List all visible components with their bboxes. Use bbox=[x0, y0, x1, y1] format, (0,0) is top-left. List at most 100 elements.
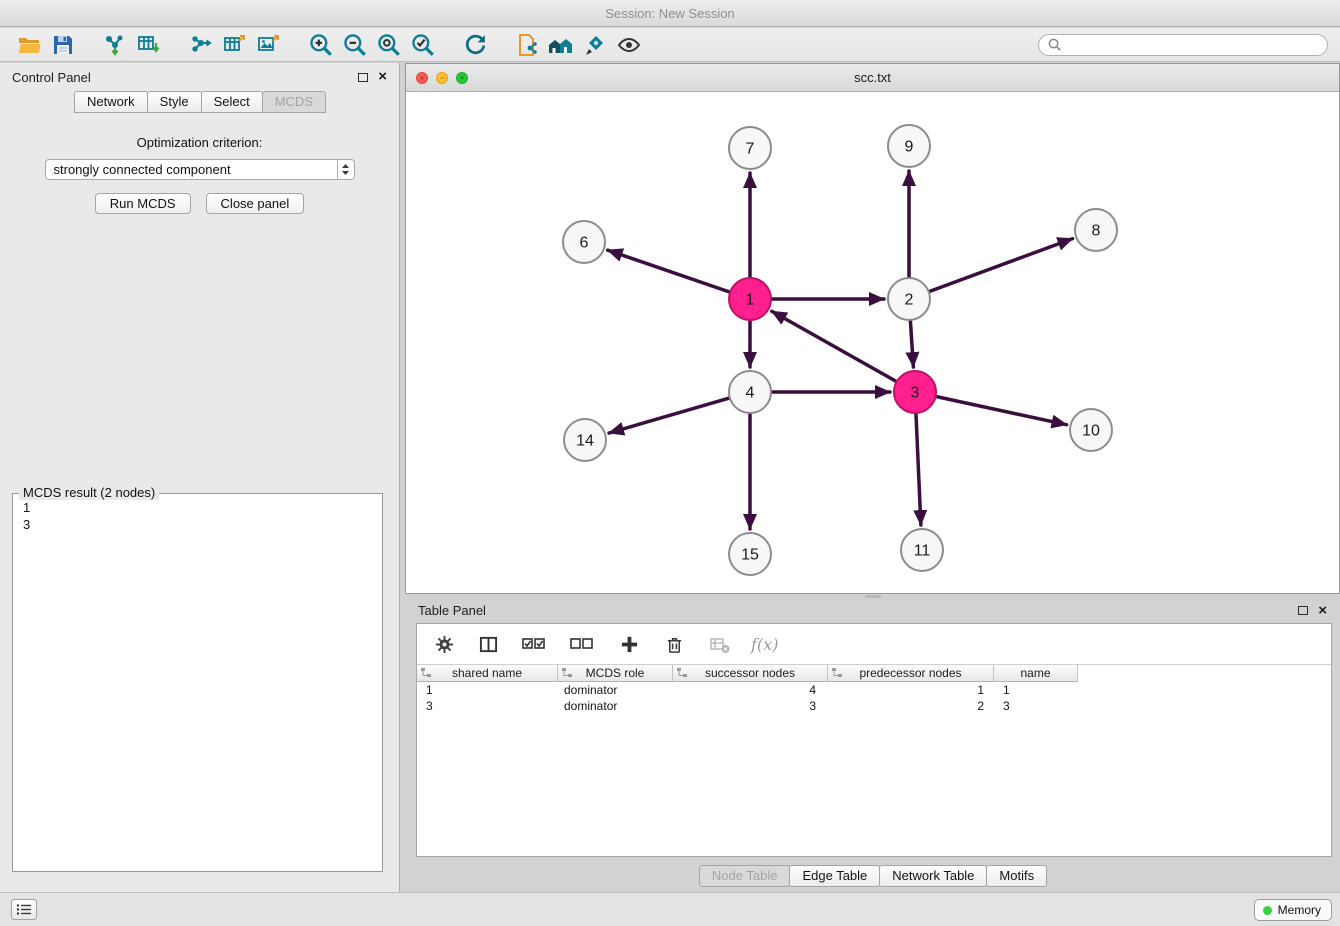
list-icon bbox=[16, 903, 32, 916]
refresh-button[interactable] bbox=[458, 30, 492, 60]
show-hide-button[interactable] bbox=[612, 30, 646, 60]
create-column-button[interactable] bbox=[615, 629, 643, 659]
criterion-select[interactable]: strongly connected component bbox=[45, 159, 355, 180]
zoom-selected-button[interactable] bbox=[406, 30, 440, 60]
float-table-panel-icon[interactable] bbox=[1298, 606, 1308, 615]
select-all-icon bbox=[522, 637, 546, 652]
mcds-result-line: 1 bbox=[23, 499, 372, 516]
save-session-button[interactable] bbox=[46, 30, 80, 60]
network-edge[interactable] bbox=[930, 239, 1073, 292]
document-network-button[interactable] bbox=[510, 30, 544, 60]
cell-name[interactable]: 3 bbox=[994, 698, 1078, 714]
close-window-icon[interactable]: × bbox=[416, 72, 428, 84]
mcds-result-text[interactable]: 1 3 bbox=[13, 494, 382, 538]
export-network-button[interactable] bbox=[184, 30, 218, 60]
network-node[interactable]: 6 bbox=[563, 221, 605, 263]
task-history-button[interactable] bbox=[11, 899, 37, 920]
tab-select[interactable]: Select bbox=[201, 91, 263, 113]
trash-icon bbox=[665, 635, 684, 654]
network-node-label: 7 bbox=[746, 141, 755, 158]
show-columns-button[interactable] bbox=[475, 629, 501, 659]
column-header-shared-name[interactable]: shared name bbox=[417, 665, 558, 682]
network-node[interactable]: 1 bbox=[729, 278, 771, 320]
network-view-window: × − + scc.txt 7968124310141511 bbox=[405, 63, 1340, 594]
network-node[interactable]: 14 bbox=[564, 419, 606, 461]
export-image-button[interactable] bbox=[252, 30, 286, 60]
table-row[interactable]: 3 dominator 3 2 3 bbox=[417, 698, 1331, 714]
tab-network-table[interactable]: Network Table bbox=[879, 865, 987, 887]
minimize-window-icon[interactable]: − bbox=[436, 72, 448, 84]
network-edge[interactable] bbox=[609, 398, 729, 433]
tab-network[interactable]: Network bbox=[74, 91, 148, 113]
column-header-mcds-role[interactable]: MCDS role bbox=[558, 665, 673, 682]
cell-predecessor-nodes[interactable]: 2 bbox=[828, 698, 994, 714]
delete-table-button[interactable] bbox=[705, 629, 733, 659]
cell-successor-nodes[interactable]: 4 bbox=[673, 682, 828, 698]
tab-mcds[interactable]: MCDS bbox=[262, 91, 326, 113]
column-header-name[interactable]: name bbox=[994, 665, 1078, 682]
window-title: Session: New Session bbox=[0, 0, 1340, 27]
memory-button[interactable]: Memory bbox=[1254, 899, 1332, 921]
network-node[interactable]: 3 bbox=[894, 371, 936, 413]
table-row[interactable]: 1 dominator 4 1 1 bbox=[417, 682, 1331, 698]
import-network-button[interactable] bbox=[98, 30, 132, 60]
float-panel-icon[interactable] bbox=[358, 73, 368, 82]
status-bar: Memory bbox=[0, 892, 1340, 926]
zoom-fit-button[interactable] bbox=[372, 30, 406, 60]
home-overview-button[interactable] bbox=[544, 30, 578, 60]
network-edge[interactable] bbox=[916, 414, 921, 525]
close-panel-icon[interactable]: × bbox=[378, 72, 387, 82]
network-node[interactable]: 10 bbox=[1070, 409, 1112, 451]
memory-label: Memory bbox=[1278, 903, 1321, 917]
cell-shared-name[interactable]: 3 bbox=[417, 698, 558, 714]
apply-style-icon bbox=[583, 33, 607, 57]
network-node[interactable]: 7 bbox=[729, 127, 771, 169]
delete-column-button[interactable] bbox=[661, 629, 687, 659]
network-canvas[interactable]: 7 9 6 8 1 2 4 3 10 14 15 11 bbox=[406, 92, 1339, 593]
cell-mcds-role[interactable]: dominator bbox=[558, 698, 673, 714]
column-header-successor-nodes[interactable]: successor nodes bbox=[673, 665, 828, 682]
open-file-button[interactable] bbox=[12, 30, 46, 60]
network-node[interactable]: 15 bbox=[729, 533, 771, 575]
close-panel-button[interactable]: Close panel bbox=[206, 193, 305, 214]
home-overview-icon bbox=[547, 33, 575, 57]
network-node[interactable]: 9 bbox=[888, 125, 930, 167]
control-panel: Control Panel × Network Style Select MCD… bbox=[0, 63, 400, 892]
network-node[interactable]: 2 bbox=[888, 278, 930, 320]
network-node[interactable]: 8 bbox=[1075, 209, 1117, 251]
table-settings-button[interactable] bbox=[431, 629, 457, 659]
network-graph[interactable]: 7 9 6 8 1 2 4 3 10 14 15 11 bbox=[406, 92, 1339, 593]
select-all-rows-button[interactable] bbox=[519, 629, 549, 659]
maximize-window-icon[interactable]: + bbox=[456, 72, 468, 84]
network-edge[interactable] bbox=[910, 321, 913, 367]
cell-predecessor-nodes[interactable]: 1 bbox=[828, 682, 994, 698]
function-builder-button[interactable]: f(x) bbox=[751, 635, 778, 654]
network-edge[interactable] bbox=[937, 397, 1067, 425]
column-header-predecessor-nodes[interactable]: predecessor nodes bbox=[828, 665, 994, 682]
deselect-all-rows-button[interactable] bbox=[567, 629, 597, 659]
export-table-button[interactable] bbox=[218, 30, 252, 60]
cell-shared-name[interactable]: 1 bbox=[417, 682, 558, 698]
search-input[interactable] bbox=[1068, 38, 1319, 52]
table-panel-content: f(x) shared name MCDS role successor nod… bbox=[416, 623, 1332, 857]
network-edge[interactable] bbox=[608, 250, 730, 292]
search-field[interactable] bbox=[1038, 34, 1328, 56]
apply-style-button[interactable] bbox=[578, 30, 612, 60]
zoom-in-button[interactable] bbox=[304, 30, 338, 60]
tab-motifs[interactable]: Motifs bbox=[986, 865, 1047, 887]
network-node[interactable]: 11 bbox=[901, 529, 943, 571]
cell-successor-nodes[interactable]: 3 bbox=[673, 698, 828, 714]
tab-edge-table[interactable]: Edge Table bbox=[789, 865, 880, 887]
network-node[interactable]: 4 bbox=[729, 371, 771, 413]
cell-mcds-role[interactable]: dominator bbox=[558, 682, 673, 698]
save-icon bbox=[51, 33, 75, 57]
close-table-panel-icon[interactable]: × bbox=[1318, 606, 1327, 616]
zoom-in-icon bbox=[308, 32, 334, 58]
tab-node-table[interactable]: Node Table bbox=[699, 865, 791, 887]
import-table-button[interactable] bbox=[132, 30, 166, 60]
network-edge[interactable] bbox=[772, 311, 896, 381]
cell-name[interactable]: 1 bbox=[994, 682, 1078, 698]
run-mcds-button[interactable]: Run MCDS bbox=[95, 193, 191, 214]
zoom-out-button[interactable] bbox=[338, 30, 372, 60]
tab-style[interactable]: Style bbox=[147, 91, 202, 113]
